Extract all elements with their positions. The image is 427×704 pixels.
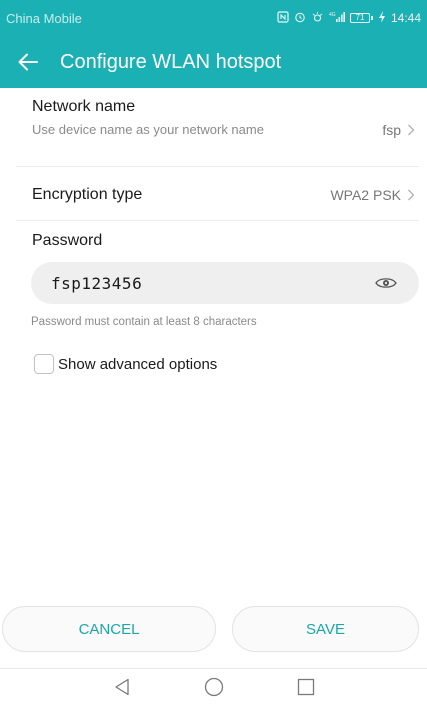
eye-icon[interactable] — [375, 276, 397, 290]
chevron-right-icon — [408, 189, 415, 201]
show-advanced-options[interactable]: Show advanced options — [34, 354, 217, 374]
divider — [16, 166, 419, 167]
cancel-button[interactable]: CANCEL — [2, 606, 216, 652]
battery-icon: 71 — [349, 13, 373, 23]
network-type-label: 4G — [329, 12, 336, 18]
alarm-icon — [294, 11, 306, 26]
battery-level: 71 — [349, 13, 370, 23]
network-name-row[interactable]: Network name Use device name as your net… — [0, 98, 427, 160]
carrier-label: China Mobile — [6, 10, 82, 26]
nav-home-icon[interactable] — [168, 669, 260, 704]
advanced-options-checkbox[interactable] — [34, 354, 54, 374]
page-title: Configure WLAN hotspot — [60, 50, 282, 73]
encryption-type-value: WPA2 PSK — [330, 187, 401, 203]
network-name-value-group: fsp — [382, 122, 415, 138]
nav-back-icon[interactable] — [76, 669, 168, 704]
password-input[interactable]: fsp123456 — [31, 262, 419, 304]
encryption-type-value-group: WPA2 PSK — [330, 187, 415, 203]
encryption-type-row[interactable]: Encryption type WPA2 PSK — [0, 176, 427, 214]
charging-icon — [378, 10, 386, 26]
back-arrow-icon[interactable] — [0, 36, 56, 88]
status-bar: China Mobile 4G 71 14:44 — [0, 0, 427, 36]
network-name-title: Network name — [32, 98, 136, 115]
network-name-value: fsp — [382, 122, 401, 138]
password-hint: Password must contain at least 8 charact… — [31, 316, 257, 328]
password-value: fsp123456 — [51, 273, 143, 293]
eye-comfort-icon — [311, 11, 324, 26]
chevron-right-icon — [408, 124, 415, 136]
network-name-text: Network name Use device name as your net… — [32, 98, 272, 140]
navigation-bar — [0, 668, 427, 704]
clock: 14:44 — [390, 11, 421, 25]
nav-recents-icon[interactable] — [260, 669, 352, 704]
encryption-type-title: Encryption type — [32, 186, 143, 203]
save-button[interactable]: SAVE — [232, 606, 419, 652]
nfc-icon — [277, 10, 289, 26]
network-name-subtitle: Use device name as your network name — [32, 122, 264, 137]
advanced-options-label: Show advanced options — [58, 355, 218, 373]
signal-icon: 4G — [329, 11, 345, 26]
status-icons: 4G 71 14:44 — [277, 10, 421, 26]
password-label: Password — [32, 232, 103, 249]
divider — [16, 220, 419, 221]
app-bar: Configure WLAN hotspot — [0, 36, 427, 88]
